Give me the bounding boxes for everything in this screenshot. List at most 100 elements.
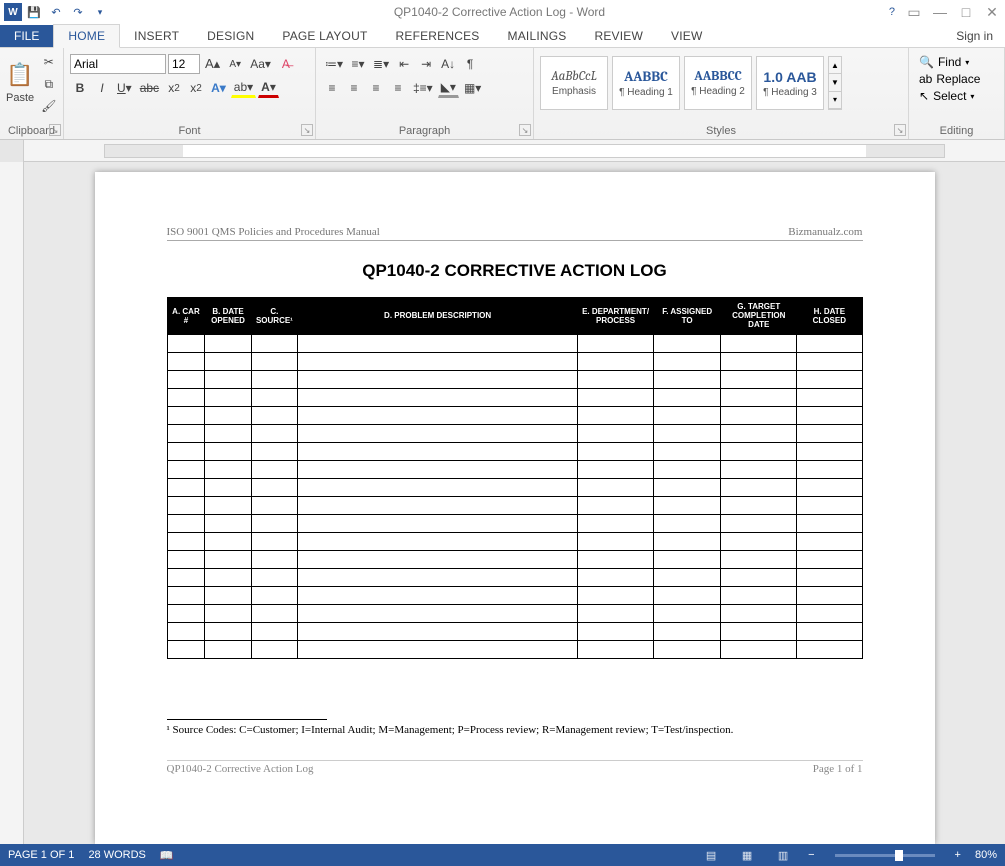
table-cell[interactable] (653, 442, 720, 460)
zoom-in-icon[interactable]: + (955, 849, 961, 861)
paste-button[interactable]: 📋 Paste (6, 50, 34, 116)
vertical-ruler[interactable] (0, 162, 24, 844)
redo-icon[interactable]: ↷ (68, 2, 88, 22)
table-cell[interactable] (298, 568, 578, 586)
table-cell[interactable] (298, 514, 578, 532)
table-cell[interactable] (721, 370, 797, 388)
style-heading1[interactable]: AABBC¶ Heading 1 (612, 56, 680, 110)
grow-font-icon[interactable]: A▴ (202, 54, 223, 74)
table-cell[interactable] (298, 460, 578, 478)
table-cell[interactable] (653, 478, 720, 496)
bullets-icon[interactable]: ≔▾ (322, 54, 346, 74)
table-cell[interactable] (298, 388, 578, 406)
cut-icon[interactable]: ✂ (38, 52, 59, 72)
status-proof-icon[interactable]: 📖 (160, 849, 174, 862)
table-cell[interactable] (578, 370, 654, 388)
style-emphasis[interactable]: AaBbCcLEmphasis (540, 56, 608, 110)
tab-design[interactable]: DESIGN (193, 25, 268, 47)
view-print-icon[interactable]: ▦ (736, 847, 758, 863)
table-cell[interactable] (167, 352, 205, 370)
highlight-icon[interactable]: ab▾ (231, 78, 256, 98)
table-cell[interactable] (653, 586, 720, 604)
change-case-icon[interactable]: Aa▾ (247, 54, 274, 74)
find-button[interactable]: 🔍Find▾ (915, 54, 984, 70)
table-cell[interactable] (578, 478, 654, 496)
table-cell[interactable] (298, 370, 578, 388)
table-cell[interactable] (251, 496, 297, 514)
table-cell[interactable] (578, 424, 654, 442)
sort-icon[interactable]: A↓ (438, 54, 458, 74)
line-spacing-icon[interactable]: ‡≡▾ (410, 78, 436, 98)
table-cell[interactable] (721, 496, 797, 514)
table-cell[interactable] (251, 622, 297, 640)
table-cell[interactable] (721, 334, 797, 352)
table-cell[interactable] (298, 496, 578, 514)
table-cell[interactable] (578, 640, 654, 658)
table-cell[interactable] (653, 424, 720, 442)
table-cell[interactable] (653, 334, 720, 352)
table-cell[interactable] (167, 460, 205, 478)
table-cell[interactable] (167, 388, 205, 406)
table-cell[interactable] (167, 334, 205, 352)
table-cell[interactable] (298, 586, 578, 604)
table-cell[interactable] (797, 514, 862, 532)
table-cell[interactable] (298, 352, 578, 370)
table-cell[interactable] (167, 586, 205, 604)
table-cell[interactable] (797, 442, 862, 460)
styles-scroll-down-icon[interactable]: ▼ (829, 74, 841, 91)
table-cell[interactable] (167, 604, 205, 622)
table-cell[interactable] (167, 442, 205, 460)
shading-icon[interactable]: ◣▾ (438, 78, 459, 98)
table-cell[interactable] (205, 442, 251, 460)
table-cell[interactable] (797, 568, 862, 586)
table-cell[interactable] (721, 586, 797, 604)
table-cell[interactable] (721, 460, 797, 478)
table-cell[interactable] (167, 406, 205, 424)
table-cell[interactable] (298, 622, 578, 640)
styles-launcher-icon[interactable]: ↘ (894, 124, 906, 136)
table-cell[interactable] (653, 352, 720, 370)
table-cell[interactable] (167, 424, 205, 442)
table-cell[interactable] (578, 532, 654, 550)
font-name-input[interactable] (70, 54, 166, 74)
superscript-icon[interactable]: x2 (186, 78, 206, 98)
table-cell[interactable] (167, 550, 205, 568)
table-cell[interactable] (653, 604, 720, 622)
close-icon[interactable]: ✕ (983, 3, 1001, 21)
table-cell[interactable] (298, 424, 578, 442)
table-cell[interactable] (205, 532, 251, 550)
page[interactable]: ISO 9001 QMS Policies and Procedures Man… (95, 172, 935, 844)
table-cell[interactable] (167, 622, 205, 640)
align-center-icon[interactable]: ≡ (344, 78, 364, 98)
table-cell[interactable] (797, 496, 862, 514)
styles-scroll[interactable]: ▲▼▾ (828, 56, 842, 110)
table-cell[interactable] (205, 370, 251, 388)
table-cell[interactable] (205, 460, 251, 478)
styles-scroll-up-icon[interactable]: ▲ (829, 57, 841, 74)
table-cell[interactable] (298, 550, 578, 568)
shrink-font-icon[interactable]: A▾ (225, 54, 245, 74)
underline-icon[interactable]: U▾ (114, 78, 135, 98)
table-cell[interactable] (251, 532, 297, 550)
table-cell[interactable] (721, 622, 797, 640)
table-cell[interactable] (251, 640, 297, 658)
font-launcher-icon[interactable]: ↘ (301, 124, 313, 136)
table-cell[interactable] (721, 532, 797, 550)
view-web-icon[interactable]: ▥ (772, 847, 794, 863)
table-cell[interactable] (578, 352, 654, 370)
table-cell[interactable] (205, 478, 251, 496)
style-heading2[interactable]: AABBCC¶ Heading 2 (684, 56, 752, 110)
table-cell[interactable] (298, 640, 578, 658)
table-cell[interactable] (578, 604, 654, 622)
table-cell[interactable] (797, 532, 862, 550)
table-cell[interactable] (797, 586, 862, 604)
tab-insert[interactable]: INSERT (120, 25, 193, 47)
table-cell[interactable] (721, 424, 797, 442)
table-cell[interactable] (797, 460, 862, 478)
tab-view[interactable]: VIEW (657, 25, 716, 47)
help-icon[interactable]: ? (889, 6, 895, 18)
table-cell[interactable] (721, 514, 797, 532)
table-cell[interactable] (653, 622, 720, 640)
numbering-icon[interactable]: ≡▾ (348, 54, 368, 74)
table-cell[interactable] (797, 388, 862, 406)
